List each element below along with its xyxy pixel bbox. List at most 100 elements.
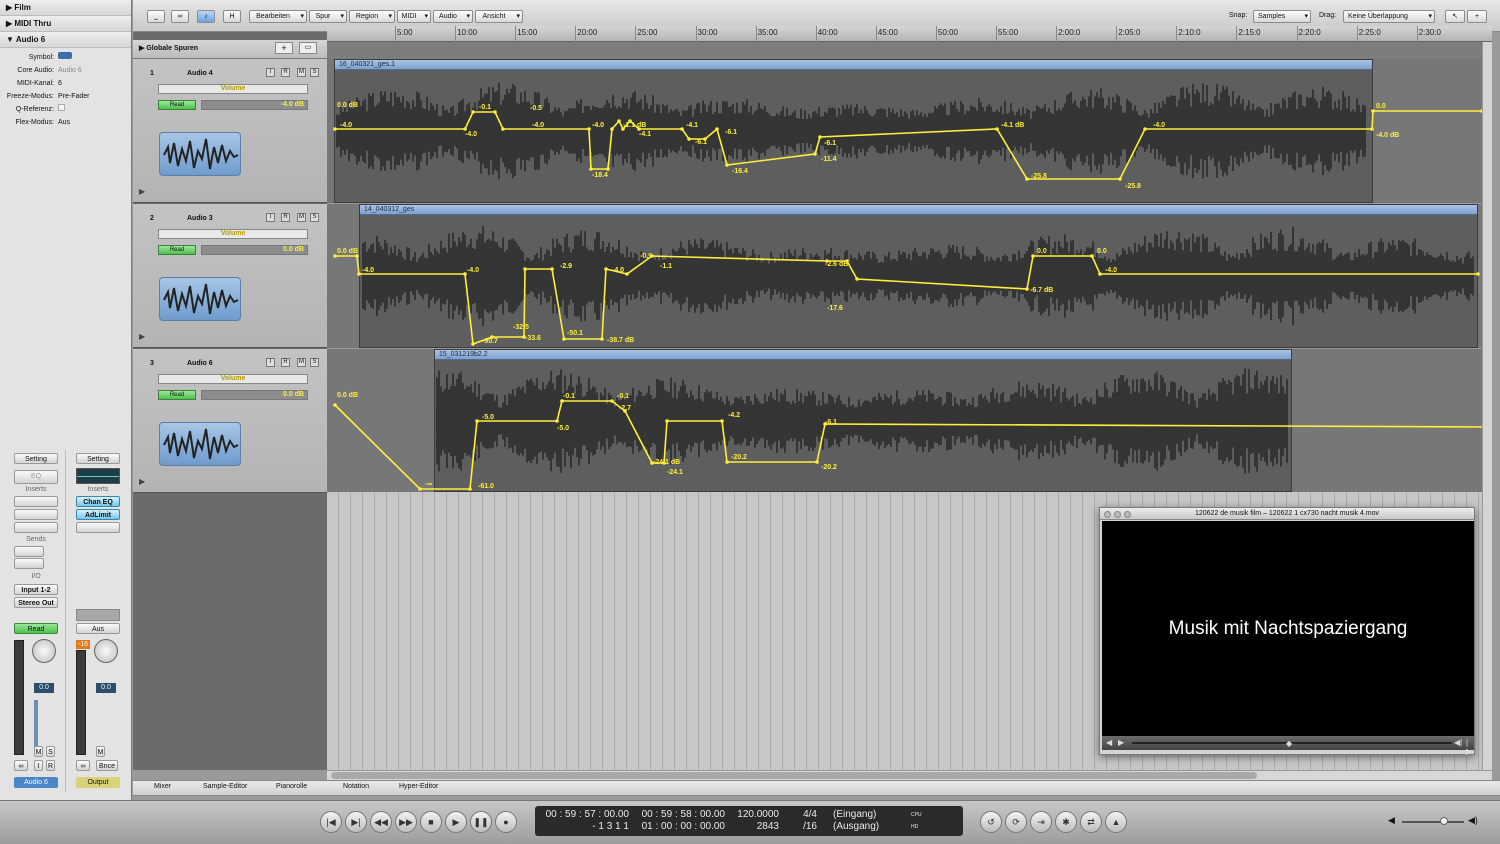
automation-node[interactable]: [493, 110, 497, 114]
pan-knob[interactable]: [94, 639, 118, 663]
insert-slot[interactable]: [14, 496, 58, 507]
inspector-section-audio6[interactable]: ▼ Audio 6: [0, 32, 131, 48]
movie-titlebar[interactable]: 120622 de musik film – 120622 1 cx730 na…: [1100, 508, 1474, 520]
fader-value[interactable]: 0.0: [96, 683, 116, 693]
record-button[interactable]: R: [281, 358, 290, 367]
automation-node[interactable]: [1031, 254, 1035, 258]
automation-value[interactable]: 0.0 dB: [201, 245, 308, 255]
playhead-icon[interactable]: ◆: [1286, 739, 1292, 748]
automation-param-select[interactable]: Volume: [158, 84, 308, 94]
input-selector[interactable]: Input 1-2: [14, 584, 58, 595]
field-q-ref[interactable]: Q-Referenz:: [0, 103, 131, 116]
movie-window[interactable]: 120622 de musik film – 120622 1 cx730 na…: [1099, 507, 1475, 756]
play-icon[interactable]: ▶: [445, 811, 467, 833]
automation-node[interactable]: [471, 342, 475, 346]
track-icon-waveform[interactable]: [159, 132, 241, 176]
automation-node[interactable]: [687, 137, 691, 141]
solo-button[interactable]: S: [310, 213, 319, 222]
vertical-scrollbar[interactable]: [1482, 42, 1492, 770]
global-tracks-header[interactable]: ▶ Globale Spuren + ▭: [133, 40, 327, 59]
menu-region[interactable]: Region: [349, 10, 395, 23]
automation-node[interactable]: [333, 127, 337, 131]
channel-name[interactable]: Output: [76, 777, 120, 788]
automation-node[interactable]: [550, 267, 554, 271]
automation-node[interactable]: [1371, 109, 1375, 113]
insert-slot[interactable]: [14, 509, 58, 520]
expand-arrow-icon[interactable]: ▶: [139, 187, 145, 196]
peak-indicator[interactable]: -16: [76, 640, 90, 649]
automation-node[interactable]: [625, 272, 629, 276]
automation-node[interactable]: [587, 127, 591, 131]
sync-icon[interactable]: ⇄: [1080, 811, 1102, 833]
insert-slot[interactable]: [14, 522, 58, 533]
automation-param-select[interactable]: Volume: [158, 374, 308, 384]
setting-button[interactable]: Setting: [76, 453, 120, 464]
send-slot[interactable]: [14, 546, 44, 557]
fader-value[interactable]: 0.0: [34, 683, 54, 693]
track-lane[interactable]: 14_040312_ges 0.0 dB -4.0 -4.0 -90.7 -32.5 -3…: [327, 204, 1492, 348]
expand-arrow-icon[interactable]: ▶: [139, 477, 145, 486]
automation-node[interactable]: [333, 403, 337, 407]
fast-forward-icon[interactable]: ▶▶: [395, 811, 417, 833]
automation-node[interactable]: [725, 163, 729, 167]
record-enable-button[interactable]: R: [46, 760, 55, 771]
pan-knob[interactable]: [32, 639, 56, 663]
track-icon-waveform[interactable]: [159, 277, 241, 321]
automation-node[interactable]: [610, 399, 614, 403]
automation-node[interactable]: [995, 127, 999, 131]
add-track-icon[interactable]: +: [275, 42, 293, 54]
track-header[interactable]: 2 Audio 3 I R M S Volume Read 0.0 dB ▶: [133, 204, 327, 348]
track-header[interactable]: 3 Audio 6 I R M S Volume Read 0.0 dB ▶: [133, 349, 327, 493]
transport-display[interactable]: 00 : 59 : 57 : 00.00- 1 3 1 1 00 : 59 : …: [535, 806, 963, 836]
insert-slot[interactable]: [76, 522, 120, 533]
track-name[interactable]: Audio 3: [187, 215, 213, 222]
solo-button[interactable]: S: [310, 68, 319, 77]
step-forward-icon[interactable]: |▶: [1466, 738, 1474, 756]
inspector-section-film[interactable]: ▶ Film: [0, 0, 131, 16]
input-monitor-button[interactable]: I: [266, 68, 275, 77]
track-name[interactable]: Audio 6: [187, 360, 213, 367]
field-freeze[interactable]: Freeze-Modus: Pre-Fader: [0, 90, 131, 103]
automation-node[interactable]: [1025, 287, 1029, 291]
automation-node[interactable]: [606, 167, 610, 171]
send-slot[interactable]: [14, 558, 44, 569]
automation-node[interactable]: [589, 167, 593, 171]
automation-overlay[interactable]: 0.0 dB -∞ -61.0 -5.0 -5.0 -0.1 -0.1 -2.7 -24.1 d…: [327, 349, 1492, 492]
track-icon-waveform[interactable]: [159, 422, 241, 466]
record-button[interactable]: R: [281, 213, 290, 222]
menu-bearbeiten[interactable]: Bearbeiten: [249, 10, 307, 23]
automation-node[interactable]: [1118, 177, 1122, 181]
insert-adlimit[interactable]: AdLimit: [76, 509, 120, 520]
insert-chan-eq[interactable]: Chan EQ: [76, 496, 120, 507]
automation-node[interactable]: [617, 119, 621, 123]
automation-node[interactable]: [1476, 272, 1480, 276]
automation-view-icon[interactable]: ♪: [197, 10, 215, 23]
input-monitor-button[interactable]: I: [266, 213, 275, 222]
record-icon[interactable]: ●: [495, 811, 517, 833]
automation-node[interactable]: [475, 419, 479, 423]
rewind-icon[interactable]: ◀◀: [370, 811, 392, 833]
automation-node[interactable]: [818, 135, 822, 139]
field-midi-kanal[interactable]: MIDI-Kanal: 6: [0, 77, 131, 90]
field-symbol[interactable]: Symbol:: [0, 51, 131, 64]
automation-node[interactable]: [471, 110, 475, 114]
crosshair-tool-icon[interactable]: +: [1467, 10, 1487, 23]
automation-node[interactable]: [1370, 127, 1374, 131]
stop-icon[interactable]: ■: [420, 811, 442, 833]
drag-select[interactable]: Keine Überlappung: [1343, 10, 1435, 23]
track-lane[interactable]: 15_031219b2.2 0.0 dB -∞ -61.0 -5.0 -5.0 -0.1-…: [327, 349, 1492, 492]
automation-node[interactable]: [813, 152, 817, 156]
automation-overlay[interactable]: 0.0 dB -4.0 -4.0 -0.1 -0.5 -4.0 -4.0 -18.4 -1.1 …: [327, 59, 1492, 203]
tab-pianorolle[interactable]: Pianorolle: [276, 783, 307, 790]
mute-button[interactable]: M: [297, 358, 306, 367]
zoom-icon[interactable]: [1124, 511, 1131, 518]
automation-node[interactable]: [604, 267, 608, 271]
minimize-icon[interactable]: [1114, 511, 1121, 518]
play-from-selection-icon[interactable]: ▶|: [345, 811, 367, 833]
solo-icon[interactable]: ✱: [1055, 811, 1077, 833]
setting-button[interactable]: Setting: [14, 453, 58, 464]
go-to-start-icon[interactable]: |◀: [320, 811, 342, 833]
automation-node[interactable]: [523, 267, 527, 271]
automation-node[interactable]: [720, 419, 724, 423]
menu-spur[interactable]: Spur: [309, 10, 347, 23]
